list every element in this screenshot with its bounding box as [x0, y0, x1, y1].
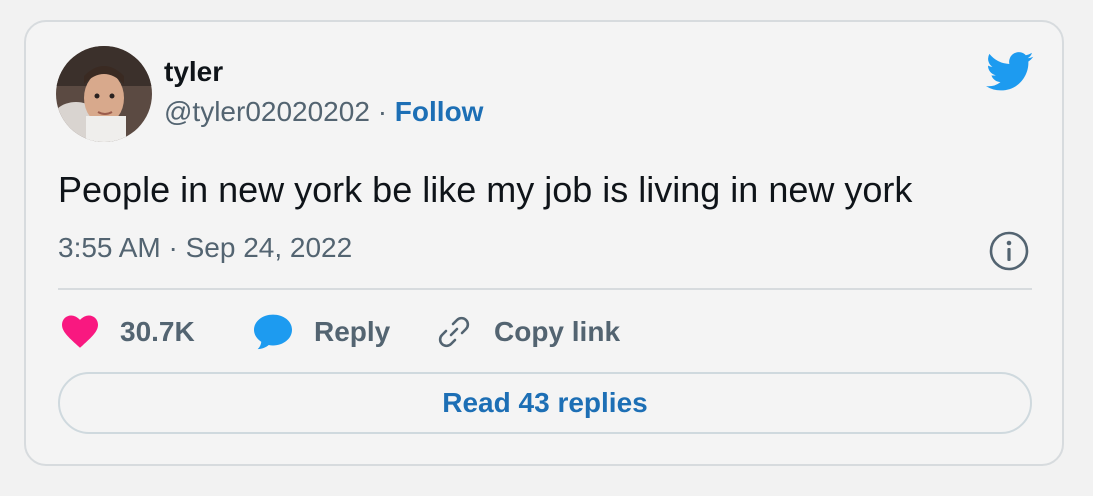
- link-icon: [438, 316, 470, 348]
- divider: [58, 288, 1032, 290]
- avatar-image: [56, 46, 152, 142]
- follow-link[interactable]: Follow: [395, 96, 484, 127]
- tweet-card: tyler @tyler02020202 · Follow People in …: [24, 20, 1064, 466]
- avatar[interactable]: [56, 46, 152, 142]
- author-handle[interactable]: @tyler02020202: [164, 96, 370, 127]
- copy-link-label: Copy link: [494, 316, 621, 347]
- speech-bubble-icon: [254, 314, 292, 350]
- read-replies-button[interactable]: Read 43 replies: [58, 372, 1032, 434]
- like-button[interactable]: 30.7K: [62, 312, 195, 352]
- author-name[interactable]: tyler: [164, 58, 223, 86]
- tweet-text: People in new york be like my job is liv…: [58, 169, 913, 210]
- heart-icon: [62, 315, 98, 348]
- twitter-bird-icon[interactable]: [986, 52, 1034, 92]
- tweet-timestamp[interactable]: 3:55 AM · Sep 24, 2022: [58, 234, 352, 262]
- handle-row: @tyler02020202 · Follow: [164, 98, 483, 126]
- separator-dot: ·: [377, 96, 395, 127]
- info-icon[interactable]: [988, 230, 1030, 272]
- likes-count: 30.7K: [120, 316, 195, 347]
- reply-label: Reply: [314, 316, 391, 347]
- copy-link-button[interactable]: Copy link: [436, 312, 620, 352]
- reply-button[interactable]: Reply: [254, 312, 390, 352]
